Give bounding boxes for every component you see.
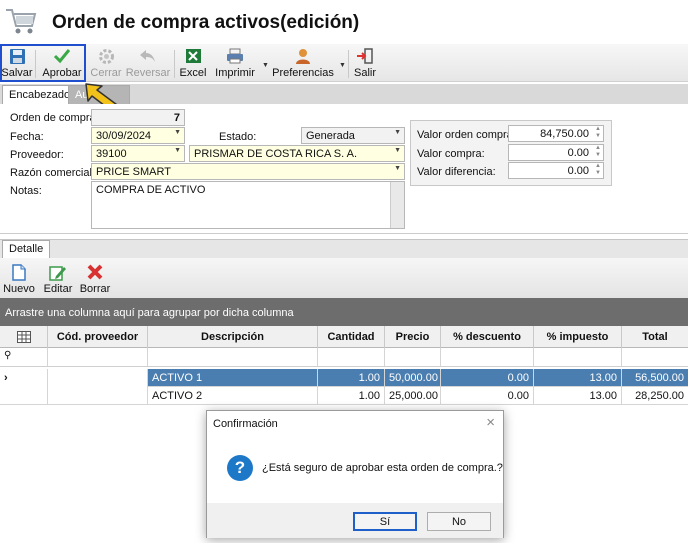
- chevron-down-icon: ▼: [394, 129, 401, 136]
- reverse-button[interactable]: Reversar: [126, 44, 170, 82]
- editar-button[interactable]: Editar: [42, 258, 74, 298]
- yes-button[interactable]: Sí: [353, 512, 417, 531]
- close-order-button[interactable]: Cerrar: [90, 44, 122, 82]
- row-indicator: [0, 387, 48, 405]
- cell-precio[interactable]: 50,000.00: [385, 369, 441, 387]
- valor-orden-field[interactable]: 84,750.00 ▲ ▼: [508, 125, 604, 142]
- dialog-title: Confirmación: [213, 418, 278, 430]
- orden-field[interactable]: 7: [91, 109, 185, 126]
- new-document-icon: [9, 263, 29, 281]
- page-title: Orden de compra activos(edición): [52, 12, 360, 33]
- proveedor-code-field[interactable]: 39100 ▼: [91, 145, 185, 162]
- filter-row[interactable]: ⚲: [0, 348, 688, 367]
- printer-icon: [225, 47, 245, 65]
- valor-compra-label: Valor compra:: [417, 148, 485, 160]
- main-toolbar: Salvar Aprobar Cerrar Reversar Excel Imp…: [0, 44, 688, 82]
- cell-desc[interactable]: ACTIVO 1: [148, 369, 318, 387]
- exit-door-icon: [355, 47, 375, 65]
- notas-label: Notas:: [10, 185, 42, 197]
- filter-cell[interactable]: [385, 348, 441, 366]
- chevron-down-icon: ▼: [174, 147, 181, 154]
- filter-cell[interactable]: [318, 348, 385, 366]
- filter-cell[interactable]: [534, 348, 622, 366]
- excel-button[interactable]: Excel: [178, 44, 208, 82]
- detail-tab-bar: [0, 239, 688, 258]
- tab-encabezado[interactable]: Encabezado: [2, 85, 78, 104]
- tab-detalle[interactable]: Detalle: [2, 240, 51, 258]
- cell-desc[interactable]: ACTIVO 2: [148, 387, 318, 405]
- column-precio[interactable]: Precio: [385, 326, 441, 348]
- chevron-down-icon: ▼: [394, 147, 401, 154]
- detail-toolbar: Nuevo Editar Borrar: [0, 258, 688, 298]
- cell-cod[interactable]: [48, 369, 148, 387]
- column-cod-proveedor[interactable]: Cód. proveedor: [48, 326, 148, 348]
- cell-cod[interactable]: [48, 387, 148, 405]
- cell-impuesto[interactable]: 13.00: [534, 369, 622, 387]
- delete-x-icon: [85, 263, 105, 281]
- estado-label: Estado:: [219, 131, 257, 143]
- proveedor-name-field[interactable]: PRISMAR DE COSTA RICA S. A. ▼: [189, 145, 405, 162]
- confirmation-dialog: Confirmación × ? ¿Está seguro de aprobar…: [206, 410, 504, 538]
- column-impuesto[interactable]: % impuesto: [534, 326, 622, 348]
- cell-cantidad[interactable]: 1.00: [318, 387, 385, 405]
- filter-cell[interactable]: [441, 348, 534, 366]
- notas-scrollbar[interactable]: [390, 182, 404, 228]
- cell-total[interactable]: 56,500.00: [622, 369, 688, 387]
- proveedor-label: Proveedor:: [10, 149, 64, 161]
- column-cantidad[interactable]: Cantidad: [318, 326, 385, 348]
- razon-label: Razón comercial:: [10, 167, 95, 179]
- edit-pencil-icon: [48, 263, 68, 281]
- chevron-down-icon: ▼: [394, 165, 401, 172]
- grid-header: Cód. proveedor Descripción Cantidad Prec…: [0, 326, 688, 348]
- exit-button[interactable]: Salir: [352, 44, 378, 82]
- gear-icon: [96, 47, 116, 65]
- valor-diferencia-label: Valor diferencia:: [417, 166, 496, 178]
- estado-field[interactable]: Generada ▼: [301, 127, 405, 144]
- print-dropdown-arrow[interactable]: ▼: [262, 62, 269, 69]
- valor-compra-field[interactable]: 0.00 ▲ ▼: [508, 144, 604, 161]
- borrar-button[interactable]: Borrar: [80, 258, 110, 298]
- approve-highlight-box: [0, 44, 86, 82]
- notas-textarea[interactable]: COMPRA DE ACTIVO: [91, 181, 405, 229]
- cell-descuento[interactable]: 0.00: [441, 387, 534, 405]
- user-preferences-icon: [293, 47, 313, 65]
- orden-label: Orden de compra:: [10, 112, 99, 124]
- chevron-down-icon: ▼: [174, 129, 181, 136]
- table-row[interactable]: ACTIVO 2 1.00 25,000.00 0.00 13.00 28,25…: [0, 387, 688, 405]
- cell-impuesto[interactable]: 13.00: [534, 387, 622, 405]
- cell-precio[interactable]: 25,000.00: [385, 387, 441, 405]
- cell-descuento[interactable]: 0.00: [441, 369, 534, 387]
- question-icon: ?: [227, 455, 253, 481]
- group-by-panel[interactable]: Arrastre una columna aquí para agrupar p…: [0, 298, 688, 326]
- dialog-message: ¿Está seguro de aprobar esta orden de co…: [262, 462, 503, 474]
- no-button[interactable]: No: [427, 512, 491, 531]
- close-icon[interactable]: ×: [486, 414, 495, 431]
- print-button[interactable]: Imprimir: [212, 44, 258, 82]
- column-descuento[interactable]: % descuento: [441, 326, 534, 348]
- column-chooser-icon[interactable]: [0, 326, 48, 348]
- filter-cell[interactable]: [48, 348, 148, 366]
- preferences-dropdown-arrow[interactable]: ▼: [339, 62, 346, 69]
- preferences-button[interactable]: Preferencias: [272, 44, 334, 82]
- spin-arrows-icon: ▲ ▼: [595, 163, 601, 176]
- cell-total[interactable]: 28,250.00: [622, 387, 688, 405]
- spin-arrows-icon: ▲ ▼: [595, 126, 601, 139]
- filter-cell: [0, 348, 48, 366]
- spin-arrows-icon: ▲ ▼: [595, 145, 601, 158]
- valor-orden-label: Valor orden compra:: [417, 129, 516, 141]
- undo-arrow-icon: [138, 47, 158, 65]
- fecha-label: Fecha:: [10, 131, 44, 143]
- excel-icon: [183, 47, 203, 65]
- fecha-field[interactable]: 30/09/2024 ▼: [91, 127, 185, 144]
- column-total[interactable]: Total: [622, 326, 688, 348]
- row-indicator: ›: [0, 369, 48, 387]
- app-cart-icon: [4, 4, 38, 38]
- valor-diferencia-field[interactable]: 0.00 ▲ ▼: [508, 162, 604, 179]
- nuevo-button[interactable]: Nuevo: [3, 258, 35, 298]
- table-row[interactable]: › ACTIVO 1 1.00 50,000.00 0.00 13.00 56,…: [0, 369, 688, 387]
- filter-cell[interactable]: [148, 348, 318, 366]
- cell-cantidad[interactable]: 1.00: [318, 369, 385, 387]
- column-descripcion[interactable]: Descripción: [148, 326, 318, 348]
- razon-field[interactable]: PRICE SMART ▼: [91, 163, 405, 180]
